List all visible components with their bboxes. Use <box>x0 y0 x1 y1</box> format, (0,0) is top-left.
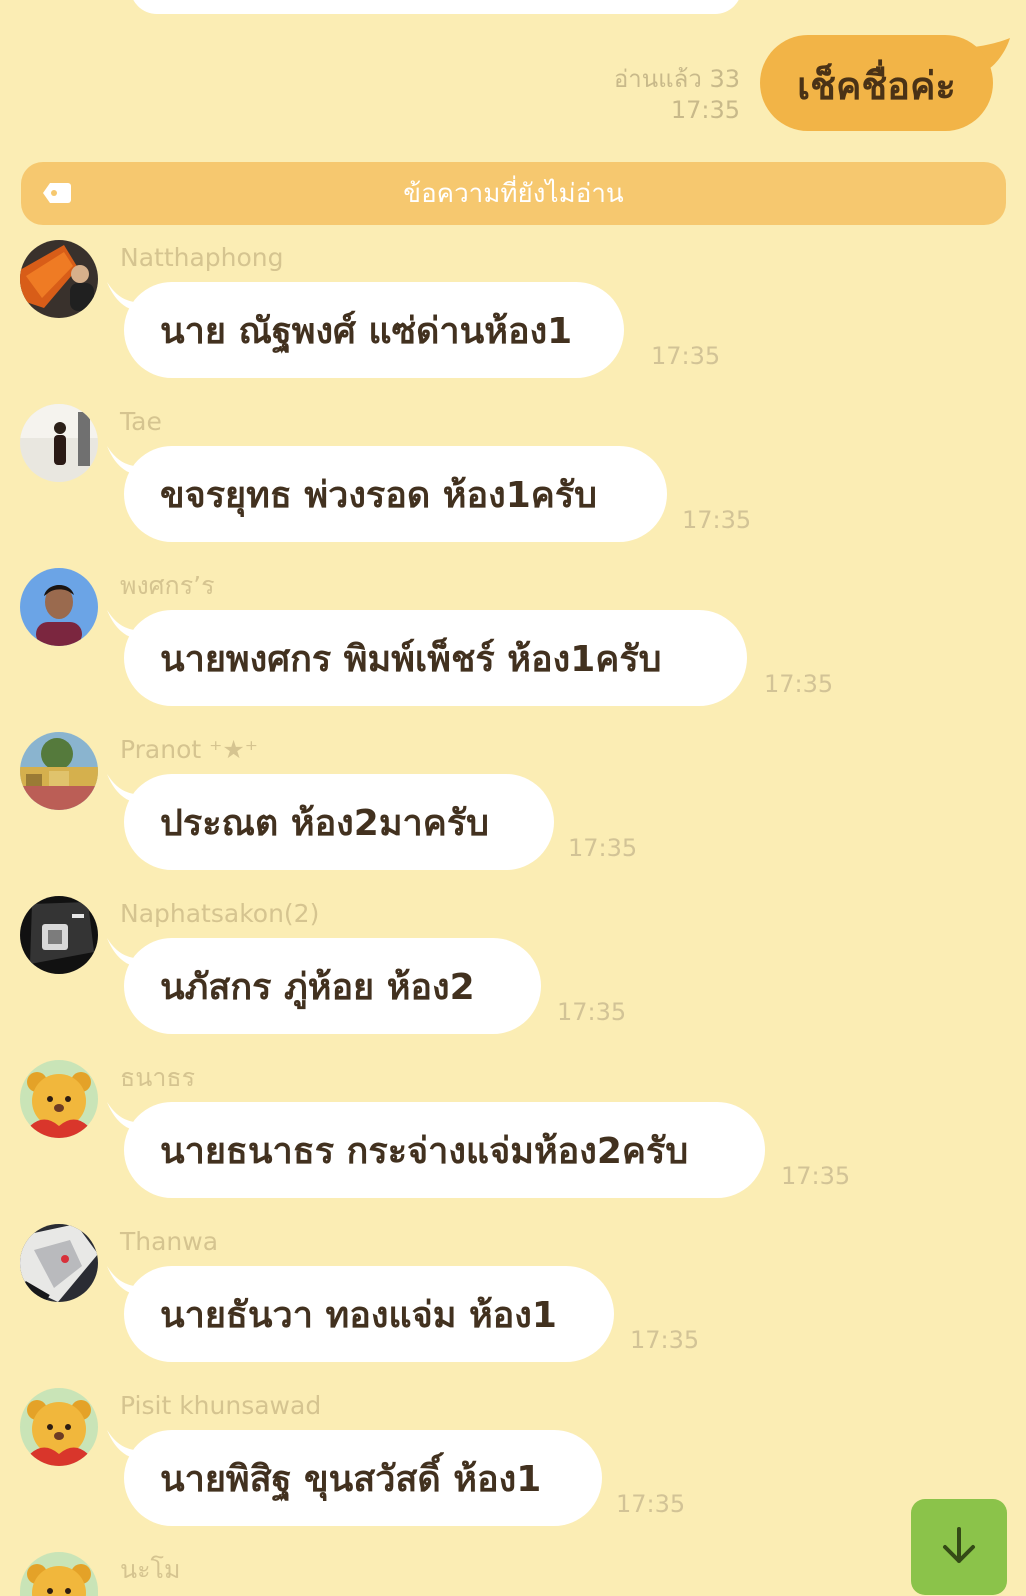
message-text: นายพงศกร พิมพ์เพ็ชร์ ห้อง1ครับ <box>160 638 662 680</box>
sender-name: Pranot ⁺★⁺ <box>120 735 258 764</box>
avatar[interactable] <box>20 896 98 974</box>
avatar-image <box>20 1060 98 1138</box>
avatar[interactable] <box>20 732 98 810</box>
sender-name: Natthaphong <box>120 243 284 272</box>
avatar[interactable] <box>20 404 98 482</box>
sent-message-meta: อ่านแล้ว 33 17:35 <box>614 64 740 126</box>
message-row: ธนาธร นายธนาธร กระจ่างแจ่มห้อง2ครับ 17:3… <box>0 1060 1026 1224</box>
sent-message-time: 17:35 <box>670 96 740 124</box>
message-bubble[interactable]: นายธนาธร กระจ่างแจ่มห้อง2ครับ <box>124 1102 765 1198</box>
arrow-down-icon <box>943 1527 975 1563</box>
avatar-image <box>20 896 98 974</box>
message-text: ประณต ห้อง2มาครับ <box>160 802 490 844</box>
read-status: อ่านแล้ว 33 <box>613 65 740 93</box>
message-text: นายธันวา ทองแจ่ม ห้อง1 <box>160 1294 557 1336</box>
message-row: นะโม <box>0 1552 1026 1596</box>
avatar-image <box>20 240 98 318</box>
avatar[interactable] <box>20 1552 98 1596</box>
avatar-image <box>20 404 98 482</box>
avatar[interactable] <box>20 1388 98 1466</box>
avatar[interactable] <box>20 568 98 646</box>
sender-name: ธนาธร <box>120 1063 196 1092</box>
message-row: Natthaphong นาย ณัฐพงศ์ แซ่ด่านห้อง1 17:… <box>0 240 1026 404</box>
sender-name: นะโม <box>120 1555 181 1584</box>
message-row: Tae ขจรยุทธ พ่วงรอด ห้อง1ครับ 17:35 <box>0 404 1026 568</box>
message-time: 17:35 <box>557 998 627 1026</box>
message-text: ขจรยุทธ พ่วงรอด ห้อง1ครับ <box>160 474 598 516</box>
sent-message-text: เช็คชื่อค่ะ <box>797 63 956 108</box>
sender-name: Naphatsakon(2) <box>120 899 320 928</box>
message-time: 17:35 <box>568 834 638 862</box>
avatar[interactable] <box>20 1060 98 1138</box>
message-time: 17:35 <box>630 1326 700 1354</box>
message-time: 17:35 <box>651 342 721 370</box>
unread-messages-banner[interactable]: ข้อความที่ยังไม่อ่าน <box>21 162 1006 225</box>
tag-icon <box>43 183 71 203</box>
sender-name: Thanwa <box>120 1227 219 1256</box>
sender-name: Tae <box>120 407 162 436</box>
message-time: 17:35 <box>764 670 834 698</box>
message-text: นภัสกร ภู่ห้อย ห้อง2 <box>160 966 475 1008</box>
message-bubble[interactable]: นายพงศกร พิมพ์เพ็ชร์ ห้อง1ครับ <box>124 610 747 706</box>
avatar-image <box>20 1388 98 1466</box>
message-row: พงศกร’ร นายพงศกร พิมพ์เพ็ชร์ ห้อง1ครับ 1… <box>0 568 1026 732</box>
avatar[interactable] <box>20 240 98 318</box>
scroll-to-bottom-button[interactable] <box>911 1499 1007 1595</box>
message-text: นาย ณัฐพงศ์ แซ่ด่านห้อง1 <box>160 310 573 352</box>
message-time: 17:35 <box>682 506 752 534</box>
message-bubble[interactable]: นาย ณัฐพงศ์ แซ่ด่านห้อง1 <box>124 282 624 378</box>
message-bubble[interactable]: ขจรยุทธ พ่วงรอด ห้อง1ครับ <box>124 446 667 542</box>
avatar-image <box>20 732 98 810</box>
message-bubble[interactable]: นภัสกร ภู่ห้อย ห้อง2 <box>124 938 541 1034</box>
sender-name: พงศกร’ร <box>120 571 215 600</box>
sent-message-bubble[interactable]: เช็คชื่อค่ะ <box>760 35 993 131</box>
previous-message-bubble <box>130 0 742 14</box>
unread-banner-label: ข้อความที่ยังไม่อ่าน <box>403 179 624 209</box>
avatar-image <box>20 568 98 646</box>
message-bubble[interactable]: นายพิสิฐ ขุนสวัสดิ์ ห้อง1 <box>124 1430 602 1526</box>
message-row: Pranot ⁺★⁺ ประณต ห้อง2มาครับ 17:35 <box>0 732 1026 896</box>
message-row: Pisit khunsawad นายพิสิฐ ขุนสวัสดิ์ ห้อง… <box>0 1388 1026 1552</box>
message-time: 17:35 <box>616 1490 686 1518</box>
message-row: Thanwa นายธันวา ทองแจ่ม ห้อง1 17:35 <box>0 1224 1026 1388</box>
avatar[interactable] <box>20 1224 98 1302</box>
avatar-image <box>20 1552 98 1596</box>
message-bubble[interactable]: นายธันวา ทองแจ่ม ห้อง1 <box>124 1266 614 1362</box>
message-bubble[interactable]: ประณต ห้อง2มาครับ <box>124 774 554 870</box>
avatar-image <box>20 1224 98 1302</box>
message-text: นายธนาธร กระจ่างแจ่มห้อง2ครับ <box>160 1130 689 1172</box>
sender-name: Pisit khunsawad <box>120 1391 322 1420</box>
message-text: นายพิสิฐ ขุนสวัสดิ์ ห้อง1 <box>160 1458 542 1500</box>
message-time: 17:35 <box>781 1162 851 1190</box>
message-row: Naphatsakon(2) นภัสกร ภู่ห้อย ห้อง2 17:3… <box>0 896 1026 1060</box>
